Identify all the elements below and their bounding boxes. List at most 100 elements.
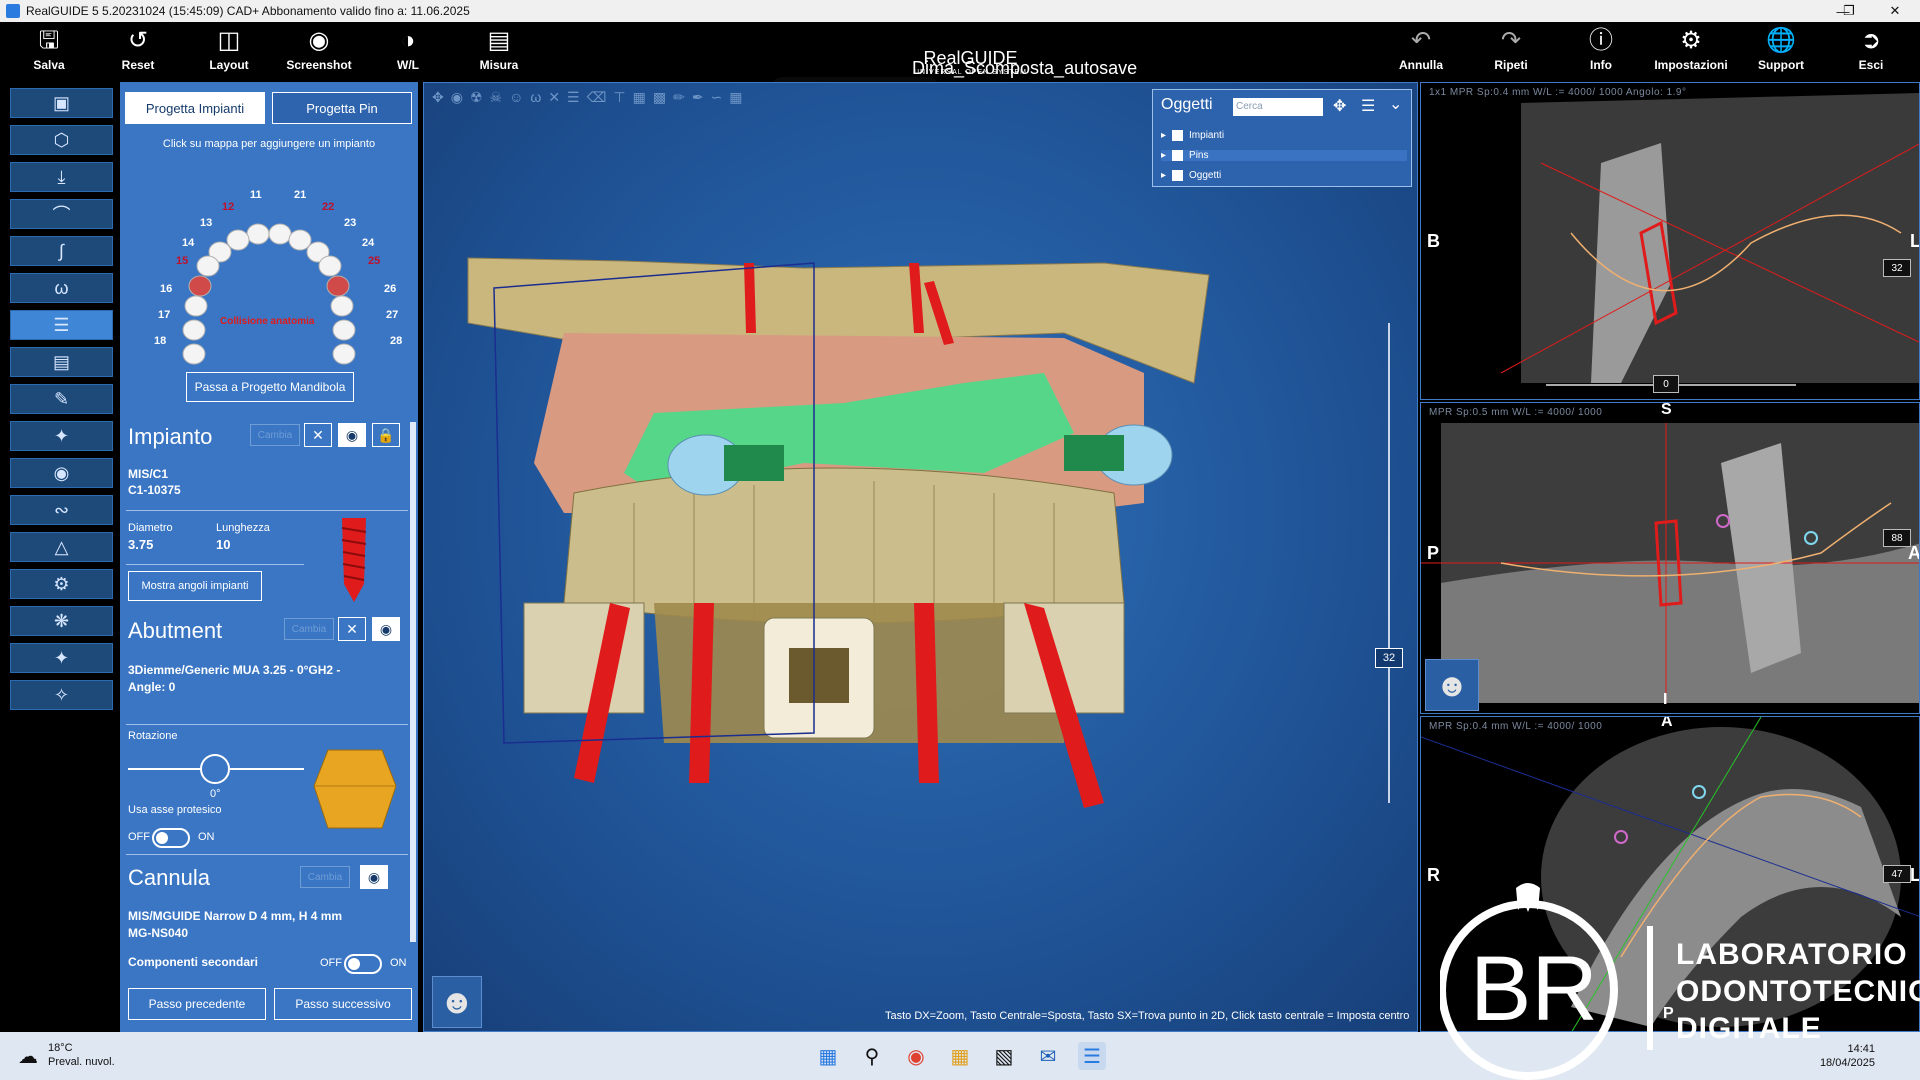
abutment-visibility-button[interactable]: ◉ [372, 617, 400, 641]
objects-search-input[interactable]: Cerca [1233, 98, 1323, 116]
tab-design-pins[interactable]: Progetta Pin [272, 92, 412, 124]
app-icon[interactable]: ▧ [990, 1042, 1018, 1070]
checkbox[interactable] [1172, 150, 1184, 161]
tooth-map[interactable]: 11 21 12 22 13 23 14 24 15 25 16 26 17 27 18 28 Collisi… [120, 152, 418, 452]
depth-slider-value[interactable]: 32 [1375, 648, 1403, 668]
tooth-25[interactable] [326, 275, 350, 297]
realguide-taskbar-icon[interactable]: ☰ [1078, 1042, 1106, 1070]
sidebar-item-magic[interactable]: ✧ [10, 680, 113, 710]
info-button[interactable]: ⓘ Info [1561, 26, 1641, 80]
weather-widget[interactable]: 18°C Preval. nuvol. [48, 1041, 115, 1069]
tooth-16[interactable] [184, 295, 208, 317]
sidebar-item-volume[interactable]: ▣ [10, 88, 113, 118]
objects-item-pins[interactable]: ▸ Pins [1161, 150, 1407, 161]
undo-button[interactable]: ↶ Annulla [1381, 26, 1461, 80]
start-icon[interactable]: ▦ [814, 1042, 842, 1070]
3d-viewport[interactable]: ✥◉☢☠☺ω✕☰⌫⊤▦▩✏✒∽▦ 32 ☻ [423, 82, 1418, 1032]
objects-item-objects[interactable]: ▸ Oggetti [1161, 170, 1407, 181]
sidebar-item-canal[interactable]: ∫ [10, 236, 113, 266]
sidebar-item-tools[interactable]: ✦ [10, 421, 113, 451]
exit-button[interactable]: ➲ Esci [1831, 26, 1911, 80]
chevron-down-icon[interactable]: ⌄ [1389, 94, 1402, 114]
mpr-view-sagittal[interactable]: MPR Sp:0.5 mm W/L := 4000/ 1000 P A S I … [1420, 402, 1920, 714]
toggle-visibility-button[interactable]: ◉ [338, 423, 366, 447]
tooth-18[interactable] [182, 343, 206, 365]
viewport-status-text: Tasto DX=Zoom, Tasto Centrale=Sposta, Ta… [885, 1010, 1410, 1022]
panel-scrollbar[interactable] [410, 422, 416, 942]
tooth-12[interactable] [226, 229, 250, 251]
remove-implant-button[interactable]: ✕ [304, 423, 332, 447]
save-button[interactable]: 🖫 Salva [9, 26, 89, 80]
prosthetic-axis-toggle[interactable] [152, 828, 190, 848]
expand-icon[interactable]: ▸ [1161, 130, 1166, 141]
layout-button[interactable]: ◫ Layout [189, 26, 269, 80]
secondary-components-toggle[interactable] [344, 954, 382, 974]
sidebar-item-implant[interactable]: ☰ [10, 310, 113, 340]
cannula-code: MG-NS040 [128, 926, 189, 940]
expand-icon[interactable]: ▸ [1161, 150, 1166, 161]
sidebar-item-components[interactable]: ❋ [10, 606, 113, 636]
expand-icon[interactable]: ▸ [1161, 170, 1166, 181]
move-icon[interactable]: ✥ [1333, 96, 1346, 116]
tooth-26[interactable] [330, 295, 354, 317]
sidebar-item-settings[interactable]: ⚙ [10, 569, 113, 599]
change-implant-button[interactable]: Cambia [250, 424, 300, 446]
tooth-22[interactable] [288, 229, 312, 251]
mpr-view-cross-section[interactable]: 1x1 MPR Sp:0.4 mm W/L := 4000/ 1000 Ango… [1420, 82, 1920, 400]
show-angles-button[interactable]: Mostra angoli impianti [128, 571, 262, 601]
change-abutment-button[interactable]: Cambia [284, 618, 334, 640]
weather-icon[interactable]: ☁ [14, 1042, 42, 1070]
sidebar-item-import[interactable]: ⤓ [10, 162, 113, 192]
slice-value[interactable]: 88 [1883, 529, 1911, 547]
sidebar-item-report[interactable]: ▤ [10, 347, 113, 377]
redo-button[interactable]: ↷ Ripeti [1471, 26, 1551, 80]
sidebar-item-segmentation[interactable]: ⬡ [10, 125, 113, 155]
lock-implant-button[interactable]: 🔒 [372, 423, 400, 447]
folder-icon[interactable]: ▦ [946, 1042, 974, 1070]
tooth-11[interactable] [246, 223, 270, 245]
tooth-number-14: 14 [182, 237, 195, 249]
change-cannula-button[interactable]: Cambia [300, 866, 350, 888]
tooth-21[interactable] [268, 223, 292, 245]
sidebar-item-arch[interactable]: ⌒ [10, 199, 113, 229]
support-button[interactable]: 🌐 Support [1741, 26, 1821, 80]
tooth-15[interactable] [188, 275, 212, 297]
sidebar-item-teeth[interactable]: ∾ [10, 495, 113, 525]
cannula-visibility-button[interactable]: ◉ [360, 865, 388, 889]
tooth-14[interactable] [196, 255, 220, 277]
sidebar-item-edit[interactable]: ✎ [10, 384, 113, 414]
outlook-icon[interactable]: ✉ [1034, 1042, 1062, 1070]
chrome-icon[interactable]: ◉ [902, 1042, 930, 1070]
list-icon[interactable]: ☰ [1361, 96, 1375, 116]
screenshot-button[interactable]: ◉ Screenshot [279, 26, 359, 80]
slice-value[interactable]: 32 [1883, 259, 1911, 277]
previous-step-button[interactable]: Passo precedente [128, 988, 266, 1020]
tooth-28[interactable] [332, 343, 356, 365]
measure-button[interactable]: ▤ Misura [459, 26, 539, 80]
switch-mandible-button[interactable]: Passa a Progetto Mandibola [186, 372, 354, 402]
checkbox[interactable] [1172, 170, 1184, 181]
next-step-button[interactable]: Passo successivo [274, 988, 412, 1020]
head-orientation-button[interactable]: ☻ [432, 976, 482, 1028]
reset-button[interactable]: ↺ Reset [98, 26, 178, 80]
tab-design-implants[interactable]: Progetta Impianti [125, 92, 265, 124]
tooth-27[interactable] [332, 319, 356, 341]
tooth-17[interactable] [182, 319, 206, 341]
sidebar-item-guide[interactable]: ◉ [10, 458, 113, 488]
checkbox[interactable] [1172, 130, 1184, 141]
remove-abutment-button[interactable]: ✕ [338, 617, 366, 641]
rotation-value[interactable]: 0 [1653, 375, 1679, 393]
sidebar-item-shapes[interactable]: △ [10, 532, 113, 562]
window-level-button[interactable]: ◑ W/L [368, 26, 448, 80]
head-orientation-button[interactable]: ☻ [1425, 659, 1479, 711]
settings-button[interactable]: ⚙ Impostazioni [1651, 26, 1731, 80]
close-window-button[interactable]: ✕ [1872, 0, 1918, 22]
abutment-preview-icon [313, 749, 397, 829]
rotation-slider-handle[interactable] [200, 754, 230, 784]
search-icon[interactable]: ⚲ [858, 1042, 886, 1070]
tooth-24[interactable] [318, 255, 342, 277]
restore-button[interactable]: ❐ [1826, 0, 1872, 22]
sidebar-item-pins[interactable]: ✦ [10, 643, 113, 673]
sidebar-item-tooth[interactable]: ω [10, 273, 113, 303]
objects-item-implants[interactable]: ▸ Impianti [1161, 130, 1407, 141]
